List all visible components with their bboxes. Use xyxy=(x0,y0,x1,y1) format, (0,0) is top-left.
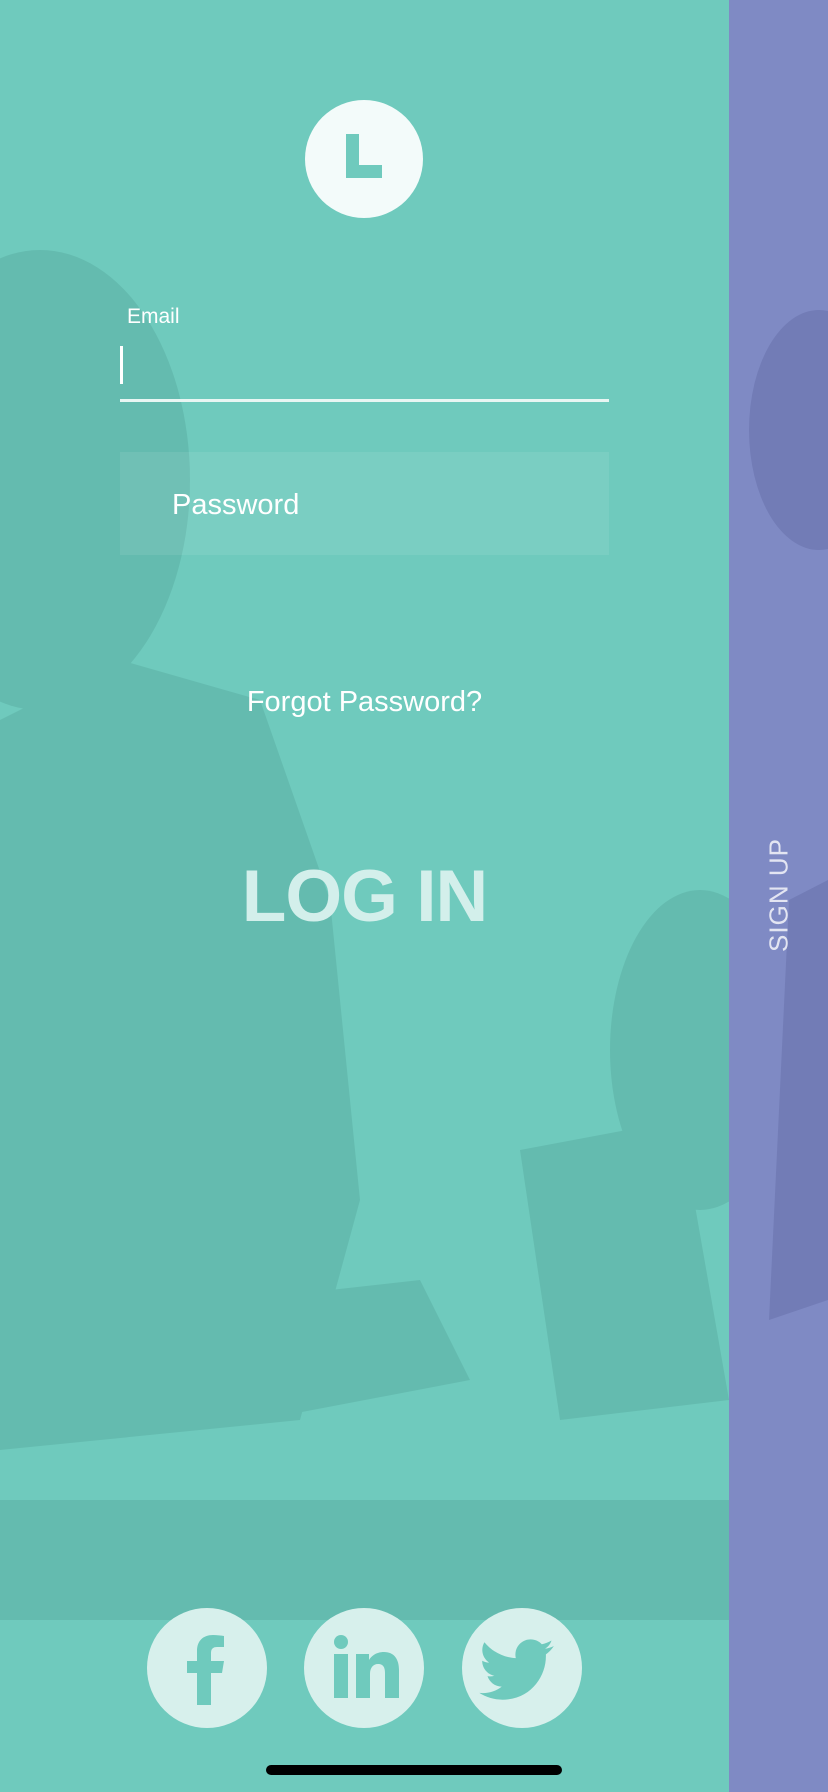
email-label: Email xyxy=(127,305,180,328)
login-button[interactable]: LOG IN xyxy=(0,855,729,938)
password-placeholder: Password xyxy=(172,489,300,521)
password-field[interactable]: Password xyxy=(120,452,609,555)
facebook-button[interactable] xyxy=(147,1608,267,1728)
login-screen: Email Password Forgot Password? LOG IN S… xyxy=(0,0,828,1792)
email-input[interactable] xyxy=(120,340,609,402)
twitter-icon xyxy=(479,1639,554,1700)
linkedin-icon xyxy=(334,1635,399,1698)
home-indicator xyxy=(266,1765,562,1775)
signup-panel[interactable]: SIGN UP xyxy=(729,0,828,1792)
signup-tab-label[interactable]: SIGN UP xyxy=(763,838,794,952)
linkedin-button[interactable] xyxy=(304,1608,424,1728)
login-panel: Email Password Forgot Password? LOG IN xyxy=(0,0,729,1792)
bottom-strip xyxy=(0,1722,729,1792)
facebook-icon xyxy=(187,1635,224,1705)
text-caret xyxy=(120,346,123,384)
logo-letter-mark xyxy=(346,134,382,178)
app-logo xyxy=(305,100,423,218)
forgot-password-link[interactable]: Forgot Password? xyxy=(0,686,729,719)
twitter-button[interactable] xyxy=(462,1608,582,1728)
